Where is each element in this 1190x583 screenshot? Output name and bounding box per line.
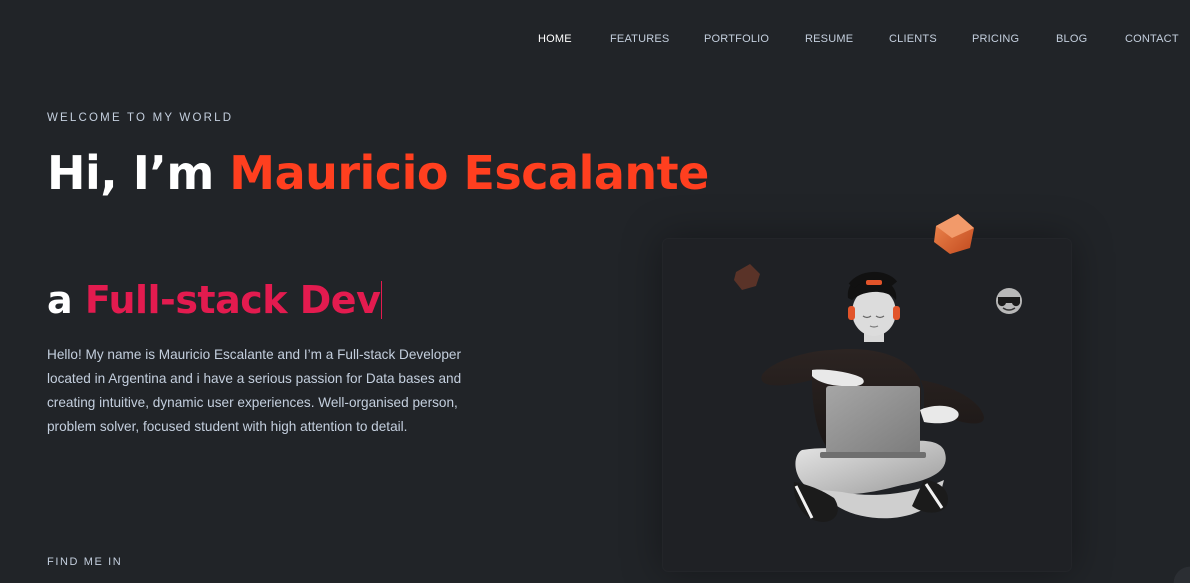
nav-item-home[interactable]: HOME	[538, 33, 572, 45]
role-article: a	[47, 278, 85, 322]
sunglasses-emoji-icon	[996, 288, 1022, 314]
nav-item-clients[interactable]: CLIENTS	[889, 33, 937, 45]
welcome-tagline: WELCOME TO MY WORLD	[47, 112, 234, 124]
typing-caret	[381, 281, 383, 319]
right-hand	[920, 405, 959, 424]
cube-icon	[934, 214, 974, 254]
dark-cube-icon	[734, 264, 760, 290]
nav-item-pricing[interactable]: PRICING	[972, 33, 1019, 45]
greeting-text: Hi, I’m	[47, 146, 230, 200]
character-head	[847, 272, 900, 342]
nav-item-contact[interactable]: CONTACT	[1125, 33, 1179, 45]
hero-role: a Full-stack Dev	[47, 277, 383, 323]
hero-name: Mauricio Escalante	[229, 146, 709, 200]
find-me-label: FIND ME IN	[47, 556, 123, 568]
nav-item-features[interactable]: FEATURES	[610, 33, 669, 45]
nav-item-portfolio[interactable]: PORTFOLIO	[704, 33, 769, 45]
role-typed-text: Full-stack Dev	[84, 278, 381, 322]
nav-item-resume[interactable]: RESUME	[805, 33, 853, 45]
laptop-icon	[820, 386, 926, 458]
nav-item-blog[interactable]: BLOG	[1056, 33, 1087, 45]
developer-illustration	[734, 214, 1022, 522]
intro-paragraph: Hello! My name is Mauricio Escalante and…	[47, 347, 462, 434]
main-nav: HOME FEATURES PORTFOLIO RESUME CLIENTS P…	[0, 0, 1190, 78]
scroll-corner-decoration	[1172, 563, 1190, 583]
hero-heading: Hi, I’m Mauricio Escalante	[47, 142, 709, 204]
